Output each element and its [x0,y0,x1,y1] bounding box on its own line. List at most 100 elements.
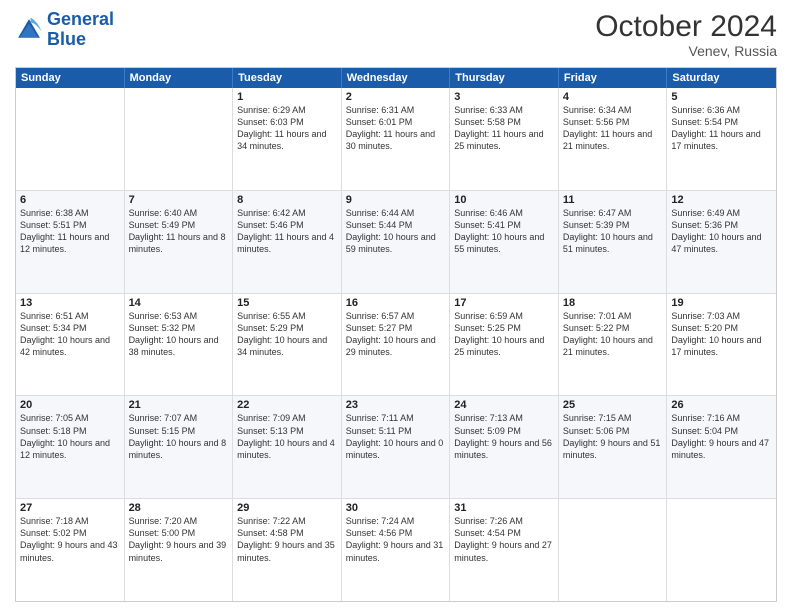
day-details-13: Sunrise: 6:51 AMSunset: 5:34 PMDaylight:… [20,310,120,359]
day-details-8: Sunrise: 6:42 AMSunset: 5:46 PMDaylight:… [237,207,337,256]
day-15: 15Sunrise: 6:55 AMSunset: 5:29 PMDayligh… [233,294,342,396]
logo-icon [15,16,43,44]
day-number-19: 19 [671,297,772,309]
header-sunday: Sunday [16,68,125,88]
week-row-5: 27Sunrise: 7:18 AMSunset: 5:02 PMDayligh… [16,498,776,601]
day-number-16: 16 [346,297,446,309]
day-details-22: Sunrise: 7:09 AMSunset: 5:13 PMDaylight:… [237,412,337,461]
day-details-26: Sunrise: 7:16 AMSunset: 5:04 PMDaylight:… [671,412,772,461]
day-number-24: 24 [454,399,554,411]
day-number-31: 31 [454,502,554,514]
day-details-16: Sunrise: 6:57 AMSunset: 5:27 PMDaylight:… [346,310,446,359]
day-23: 23Sunrise: 7:11 AMSunset: 5:11 PMDayligh… [342,396,451,498]
day-13: 13Sunrise: 6:51 AMSunset: 5:34 PMDayligh… [16,294,125,396]
day-number-3: 3 [454,91,554,103]
header-friday: Friday [559,68,668,88]
empty-cell [125,88,234,190]
day-number-25: 25 [563,399,663,411]
title-block: October 2024 Venev, Russia [595,10,777,59]
day-number-18: 18 [563,297,663,309]
day-number-27: 27 [20,502,120,514]
day-details-14: Sunrise: 6:53 AMSunset: 5:32 PMDaylight:… [129,310,229,359]
day-12: 12Sunrise: 6:49 AMSunset: 5:36 PMDayligh… [667,191,776,293]
day-details-6: Sunrise: 6:38 AMSunset: 5:51 PMDaylight:… [20,207,120,256]
header-monday: Monday [125,68,234,88]
day-1: 1Sunrise: 6:29 AMSunset: 6:03 PMDaylight… [233,88,342,190]
day-details-19: Sunrise: 7:03 AMSunset: 5:20 PMDaylight:… [671,310,772,359]
day-details-17: Sunrise: 6:59 AMSunset: 5:25 PMDaylight:… [454,310,554,359]
day-16: 16Sunrise: 6:57 AMSunset: 5:27 PMDayligh… [342,294,451,396]
day-number-11: 11 [563,194,663,206]
empty-cell [667,499,776,601]
day-details-20: Sunrise: 7:05 AMSunset: 5:18 PMDaylight:… [20,412,120,461]
logo-line1: General [47,10,114,30]
day-14: 14Sunrise: 6:53 AMSunset: 5:32 PMDayligh… [125,294,234,396]
calendar-body: 1Sunrise: 6:29 AMSunset: 6:03 PMDaylight… [16,88,776,601]
day-26: 26Sunrise: 7:16 AMSunset: 5:04 PMDayligh… [667,396,776,498]
day-18: 18Sunrise: 7:01 AMSunset: 5:22 PMDayligh… [559,294,668,396]
day-number-15: 15 [237,297,337,309]
day-number-29: 29 [237,502,337,514]
day-27: 27Sunrise: 7:18 AMSunset: 5:02 PMDayligh… [16,499,125,601]
day-22: 22Sunrise: 7:09 AMSunset: 5:13 PMDayligh… [233,396,342,498]
day-number-21: 21 [129,399,229,411]
day-number-23: 23 [346,399,446,411]
day-details-11: Sunrise: 6:47 AMSunset: 5:39 PMDaylight:… [563,207,663,256]
day-number-1: 1 [237,91,337,103]
day-number-6: 6 [20,194,120,206]
header-tuesday: Tuesday [233,68,342,88]
week-row-1: 1Sunrise: 6:29 AMSunset: 6:03 PMDaylight… [16,88,776,190]
main-title: October 2024 [595,10,777,43]
day-number-20: 20 [20,399,120,411]
day-number-2: 2 [346,91,446,103]
day-details-25: Sunrise: 7:15 AMSunset: 5:06 PMDaylight:… [563,412,663,461]
day-20: 20Sunrise: 7:05 AMSunset: 5:18 PMDayligh… [16,396,125,498]
day-28: 28Sunrise: 7:20 AMSunset: 5:00 PMDayligh… [125,499,234,601]
day-details-18: Sunrise: 7:01 AMSunset: 5:22 PMDaylight:… [563,310,663,359]
day-number-4: 4 [563,91,663,103]
day-details-5: Sunrise: 6:36 AMSunset: 5:54 PMDaylight:… [671,104,772,153]
day-7: 7Sunrise: 6:40 AMSunset: 5:49 PMDaylight… [125,191,234,293]
page: General Blue October 2024 Venev, Russia … [0,0,792,612]
empty-cell [16,88,125,190]
day-details-30: Sunrise: 7:24 AMSunset: 4:56 PMDaylight:… [346,515,446,564]
day-29: 29Sunrise: 7:22 AMSunset: 4:58 PMDayligh… [233,499,342,601]
day-details-12: Sunrise: 6:49 AMSunset: 5:36 PMDaylight:… [671,207,772,256]
day-details-9: Sunrise: 6:44 AMSunset: 5:44 PMDaylight:… [346,207,446,256]
day-number-30: 30 [346,502,446,514]
calendar-header: Sunday Monday Tuesday Wednesday Thursday… [16,68,776,88]
day-5: 5Sunrise: 6:36 AMSunset: 5:54 PMDaylight… [667,88,776,190]
day-2: 2Sunrise: 6:31 AMSunset: 6:01 PMDaylight… [342,88,451,190]
day-details-27: Sunrise: 7:18 AMSunset: 5:02 PMDaylight:… [20,515,120,564]
day-details-28: Sunrise: 7:20 AMSunset: 5:00 PMDaylight:… [129,515,229,564]
day-number-10: 10 [454,194,554,206]
day-25: 25Sunrise: 7:15 AMSunset: 5:06 PMDayligh… [559,396,668,498]
day-details-29: Sunrise: 7:22 AMSunset: 4:58 PMDaylight:… [237,515,337,564]
logo: General Blue [15,10,114,50]
day-number-8: 8 [237,194,337,206]
day-details-3: Sunrise: 6:33 AMSunset: 5:58 PMDaylight:… [454,104,554,153]
day-30: 30Sunrise: 7:24 AMSunset: 4:56 PMDayligh… [342,499,451,601]
empty-cell [559,499,668,601]
day-number-5: 5 [671,91,772,103]
day-number-22: 22 [237,399,337,411]
day-number-28: 28 [129,502,229,514]
day-details-24: Sunrise: 7:13 AMSunset: 5:09 PMDaylight:… [454,412,554,461]
day-details-2: Sunrise: 6:31 AMSunset: 6:01 PMDaylight:… [346,104,446,153]
day-number-9: 9 [346,194,446,206]
day-10: 10Sunrise: 6:46 AMSunset: 5:41 PMDayligh… [450,191,559,293]
day-details-31: Sunrise: 7:26 AMSunset: 4:54 PMDaylight:… [454,515,554,564]
day-24: 24Sunrise: 7:13 AMSunset: 5:09 PMDayligh… [450,396,559,498]
day-8: 8Sunrise: 6:42 AMSunset: 5:46 PMDaylight… [233,191,342,293]
subtitle: Venev, Russia [595,43,777,59]
header-thursday: Thursday [450,68,559,88]
day-number-14: 14 [129,297,229,309]
day-details-4: Sunrise: 6:34 AMSunset: 5:56 PMDaylight:… [563,104,663,153]
week-row-3: 13Sunrise: 6:51 AMSunset: 5:34 PMDayligh… [16,293,776,396]
header-saturday: Saturday [667,68,776,88]
day-11: 11Sunrise: 6:47 AMSunset: 5:39 PMDayligh… [559,191,668,293]
day-3: 3Sunrise: 6:33 AMSunset: 5:58 PMDaylight… [450,88,559,190]
week-row-4: 20Sunrise: 7:05 AMSunset: 5:18 PMDayligh… [16,395,776,498]
day-details-21: Sunrise: 7:07 AMSunset: 5:15 PMDaylight:… [129,412,229,461]
day-details-7: Sunrise: 6:40 AMSunset: 5:49 PMDaylight:… [129,207,229,256]
